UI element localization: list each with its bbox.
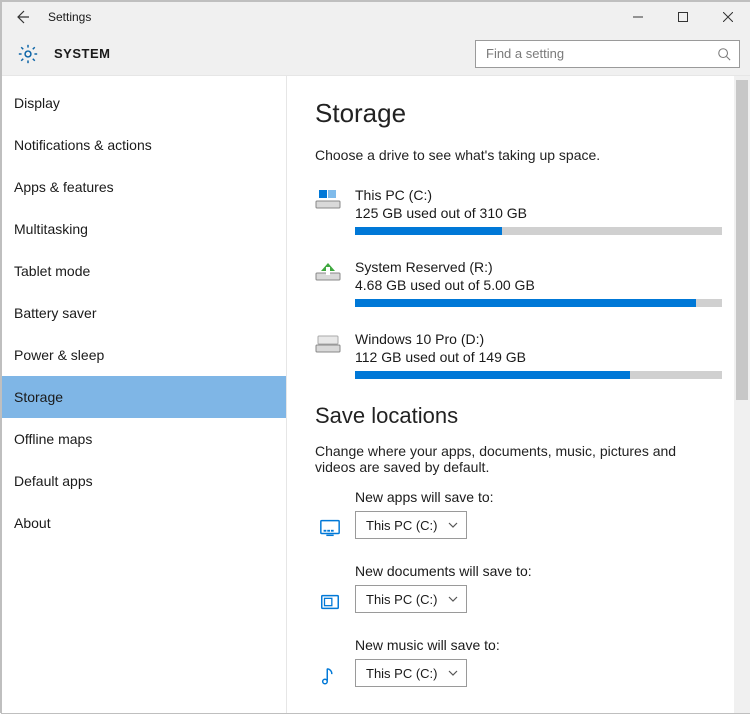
storage-heading: Storage bbox=[315, 98, 722, 129]
title-bar: Settings bbox=[2, 2, 750, 32]
save-location-icon bbox=[315, 497, 345, 539]
drive-row[interactable]: System Reserved (R:) 4.68 GB used out of … bbox=[315, 259, 722, 307]
sidebar-item-label: Tablet mode bbox=[14, 263, 90, 279]
sidebar-item-about[interactable]: About bbox=[2, 502, 286, 544]
scrollbar[interactable] bbox=[734, 76, 750, 713]
sidebar-item-label: Battery saver bbox=[14, 305, 96, 321]
search-icon bbox=[717, 47, 731, 61]
sidebar-item-multitasking[interactable]: Multitasking bbox=[2, 208, 286, 250]
save-location-row: New apps will save to: This PC (C:) bbox=[315, 489, 722, 539]
sidebar-item-apps-features[interactable]: Apps & features bbox=[2, 166, 286, 208]
save-location-label: New apps will save to: bbox=[355, 489, 722, 505]
drive-usage-fill bbox=[355, 227, 502, 235]
save-location-value: This PC (C:) bbox=[366, 592, 438, 607]
close-button[interactable] bbox=[705, 2, 750, 32]
sidebar-item-label: Apps & features bbox=[14, 179, 114, 195]
chevron-down-icon bbox=[448, 670, 458, 676]
drive-icon bbox=[315, 187, 345, 211]
sidebar-nav: Display Notifications & actions Apps & fea… bbox=[2, 76, 287, 713]
save-location-select[interactable]: This PC (C:) bbox=[355, 585, 467, 613]
save-location-icon bbox=[315, 571, 345, 613]
scrollbar-thumb[interactable] bbox=[736, 80, 748, 400]
close-icon bbox=[723, 12, 733, 22]
sidebar-item-label: Power & sleep bbox=[14, 347, 104, 363]
back-button[interactable] bbox=[2, 2, 42, 32]
sidebar-item-label: About bbox=[14, 515, 51, 531]
maximize-button[interactable] bbox=[660, 2, 705, 32]
sidebar-item-notifications-actions[interactable]: Notifications & actions bbox=[2, 124, 286, 166]
minimize-icon bbox=[633, 12, 643, 22]
drive-name: System Reserved (R:) bbox=[355, 259, 722, 275]
save-location-select[interactable]: This PC (C:) bbox=[355, 511, 467, 539]
save-locations-heading: Save locations bbox=[315, 403, 722, 429]
drive-used-text: 125 GB used out of 310 GB bbox=[355, 205, 722, 221]
sidebar-item-storage[interactable]: Storage bbox=[2, 376, 286, 418]
drive-row[interactable]: Windows 10 Pro (D:) 112 GB used out of 14… bbox=[315, 331, 722, 379]
main-content: Storage Choose a drive to see what's tak… bbox=[287, 76, 750, 713]
drive-usage-bar bbox=[355, 371, 722, 379]
save-location-select[interactable]: This PC (C:) bbox=[355, 659, 467, 687]
sidebar-item-default-apps[interactable]: Default apps bbox=[2, 460, 286, 502]
drive-usage-bar bbox=[355, 227, 722, 235]
chevron-down-icon bbox=[448, 596, 458, 602]
sidebar-item-label: Multitasking bbox=[14, 221, 88, 237]
settings-header: SYSTEM Find a setting bbox=[2, 32, 750, 76]
chevron-down-icon bbox=[448, 522, 458, 528]
save-locations-description: Change where your apps, documents, music… bbox=[315, 443, 705, 475]
sidebar-item-tablet-mode[interactable]: Tablet mode bbox=[2, 250, 286, 292]
storage-description: Choose a drive to see what's taking up s… bbox=[315, 147, 722, 163]
search-placeholder: Find a setting bbox=[486, 46, 717, 61]
save-location-value: This PC (C:) bbox=[366, 518, 438, 533]
sidebar-item-label: Storage bbox=[14, 389, 63, 405]
sidebar-item-label: Offline maps bbox=[14, 431, 92, 447]
maximize-icon bbox=[678, 12, 688, 22]
save-location-icon bbox=[315, 645, 345, 687]
minimize-button[interactable] bbox=[615, 2, 660, 32]
gear-icon bbox=[16, 42, 40, 66]
save-location-label: New music will save to: bbox=[355, 637, 722, 653]
sidebar-item-label: Default apps bbox=[14, 473, 93, 489]
drive-row[interactable]: This PC (C:) 125 GB used out of 310 GB bbox=[315, 187, 722, 235]
window-title: Settings bbox=[42, 10, 91, 24]
drive-usage-bar bbox=[355, 299, 722, 307]
sidebar-item-label: Display bbox=[14, 95, 60, 111]
drive-usage-fill bbox=[355, 299, 696, 307]
sidebar-item-display[interactable]: Display bbox=[2, 82, 286, 124]
drive-used-text: 4.68 GB used out of 5.00 GB bbox=[355, 277, 722, 293]
drive-name: This PC (C:) bbox=[355, 187, 722, 203]
arrow-left-icon bbox=[14, 9, 30, 25]
drive-icon bbox=[315, 331, 345, 355]
sidebar-item-offline-maps[interactable]: Offline maps bbox=[2, 418, 286, 460]
sidebar-item-power-sleep[interactable]: Power & sleep bbox=[2, 334, 286, 376]
save-location-row: New documents will save to: This PC (C:) bbox=[315, 563, 722, 613]
save-location-value: This PC (C:) bbox=[366, 666, 438, 681]
save-location-row: New music will save to: This PC (C:) bbox=[315, 637, 722, 687]
drive-icon bbox=[315, 259, 345, 283]
drive-used-text: 112 GB used out of 149 GB bbox=[355, 349, 722, 365]
drive-name: Windows 10 Pro (D:) bbox=[355, 331, 722, 347]
search-input[interactable]: Find a setting bbox=[475, 40, 740, 68]
header-title: SYSTEM bbox=[54, 46, 110, 61]
sidebar-item-battery-saver[interactable]: Battery saver bbox=[2, 292, 286, 334]
sidebar-item-label: Notifications & actions bbox=[14, 137, 152, 153]
drive-usage-fill bbox=[355, 371, 630, 379]
save-location-label: New documents will save to: bbox=[355, 563, 722, 579]
